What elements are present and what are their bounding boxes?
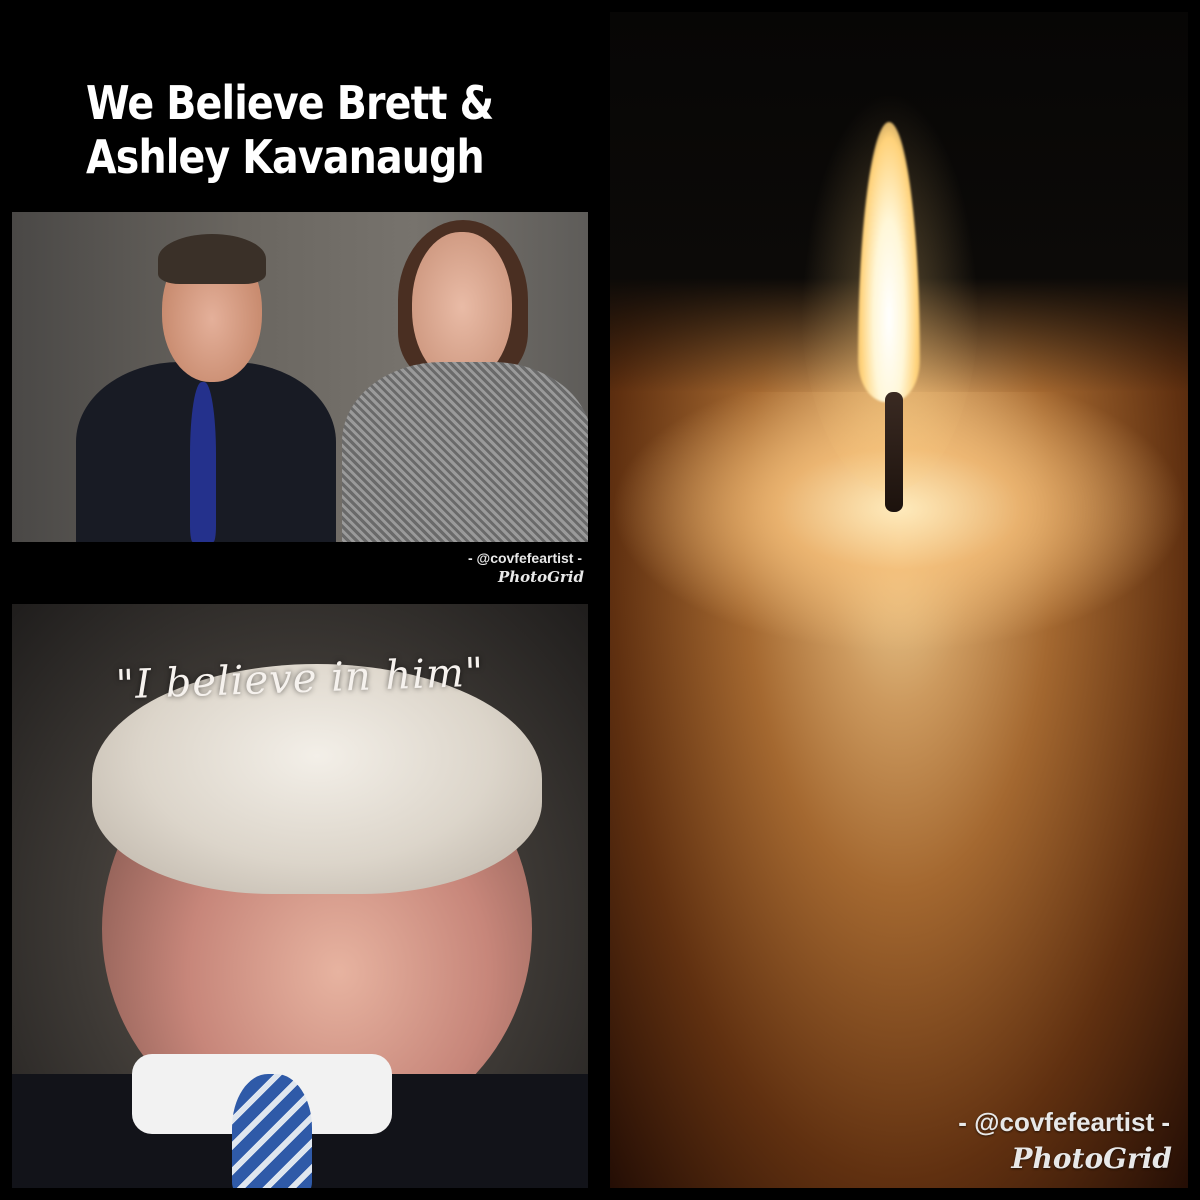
watermark-app-top: PhotoGrid bbox=[497, 568, 584, 586]
watermark-handle-bottom: - @covfefeartist - bbox=[958, 1107, 1170, 1137]
woman-head bbox=[412, 232, 512, 382]
watermark-handle-top: - @covfefeartist - bbox=[467, 550, 582, 566]
woman-tweed-jacket bbox=[342, 362, 588, 542]
man-hair bbox=[158, 234, 266, 284]
collage-title: We Believe Brett & Ashley Kavanaugh bbox=[86, 76, 516, 184]
title-line-2: Ashley Kavanaugh bbox=[86, 130, 485, 184]
candle-photo bbox=[610, 12, 1188, 1188]
watermark-app-bottom: PhotoGrid bbox=[1011, 1142, 1172, 1175]
blue-tie bbox=[190, 382, 216, 542]
kavanaugh-interview-photo bbox=[12, 212, 588, 542]
trump-photo: "I believe in him" bbox=[12, 604, 588, 1188]
title-line-1: We Believe Brett & bbox=[86, 76, 494, 130]
candle-wick bbox=[885, 392, 903, 512]
collage-frame: We Believe Brett & Ashley Kavanaugh - @c… bbox=[0, 0, 1200, 1200]
striped-tie bbox=[232, 1074, 312, 1188]
